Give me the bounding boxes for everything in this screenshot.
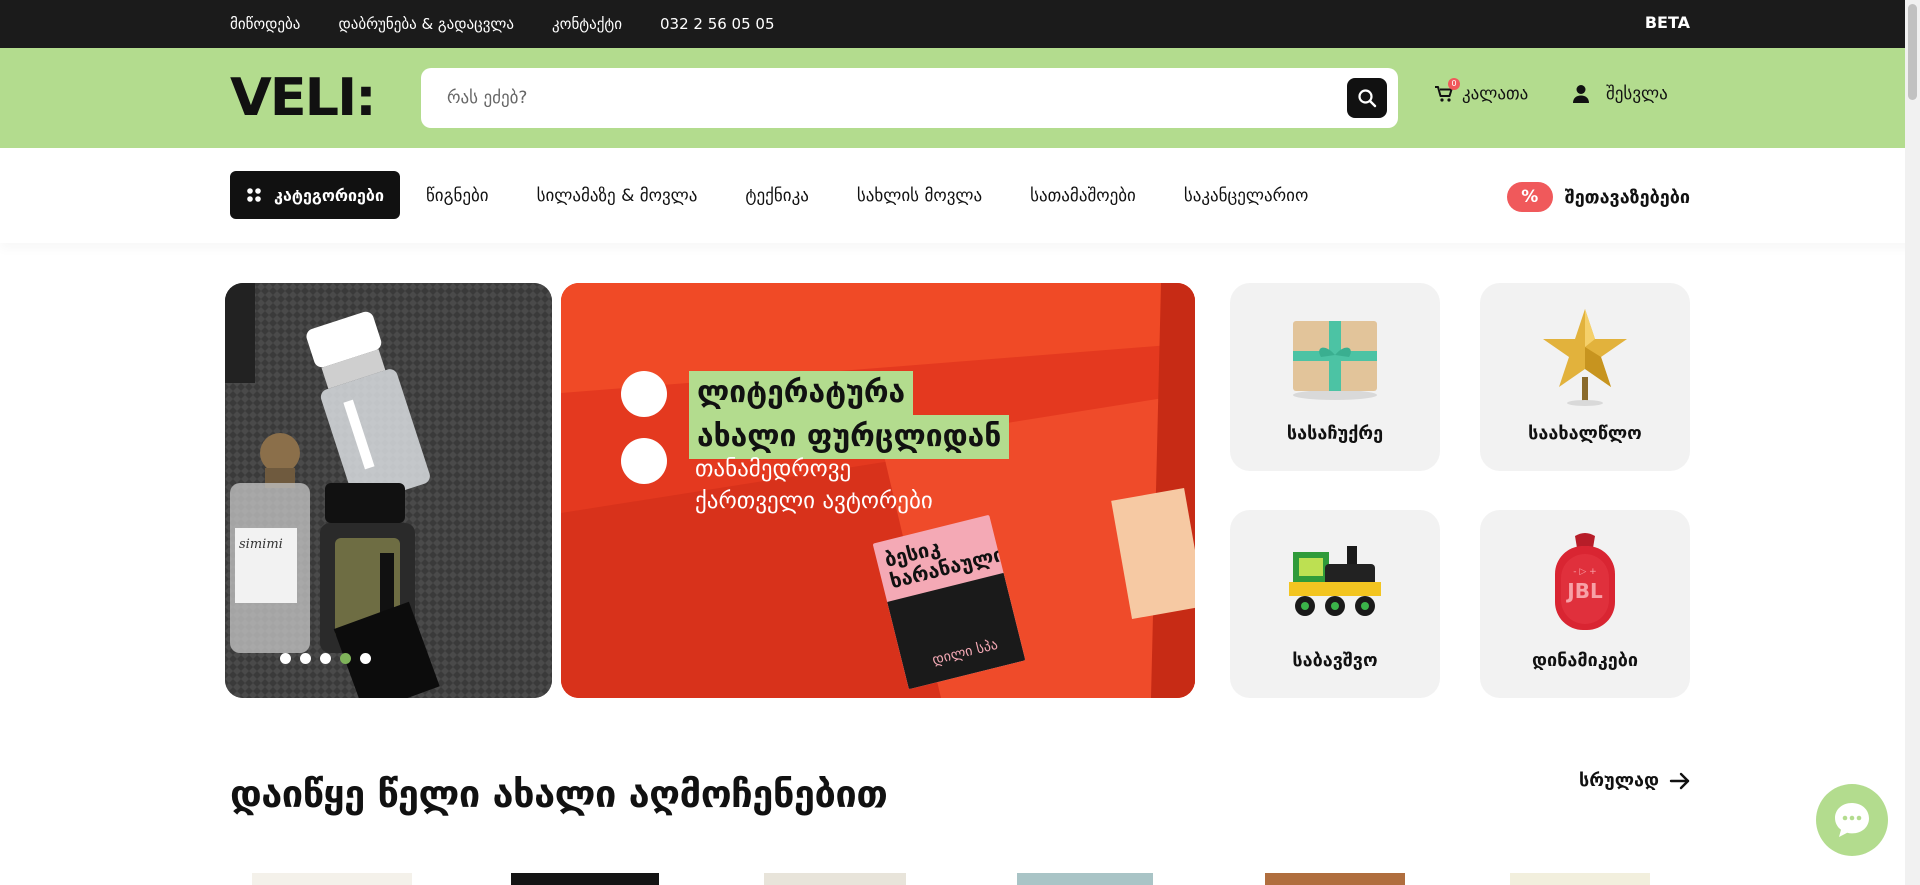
slider-dot[interactable]	[300, 653, 311, 664]
slider-dots	[280, 653, 371, 664]
hero-title: ლიტერატურა ახალი ფურცლიდან	[689, 371, 1010, 459]
search-button[interactable]	[1347, 78, 1387, 118]
tile-label: საბავშვო	[1292, 650, 1378, 671]
search-input[interactable]	[447, 68, 1247, 128]
product-card[interactable]	[511, 873, 659, 885]
product-card[interactable]	[1510, 873, 1650, 885]
star-icon	[1543, 309, 1627, 406]
nav-item-beauty[interactable]: სილამაზე & მოვლა	[537, 186, 698, 206]
product-card[interactable]	[1265, 873, 1405, 885]
slider-dot[interactable]	[320, 653, 331, 664]
categories-button[interactable]: კატეგორიები	[230, 171, 400, 219]
gift-icon	[1293, 321, 1377, 400]
returns-link[interactable]: დაბრუნება & გადაცვლა	[338, 15, 514, 33]
search-bar	[421, 68, 1398, 128]
login-button[interactable]: შესვლა	[1572, 84, 1668, 104]
beta-badge: BETA	[1644, 13, 1690, 32]
cart-button[interactable]: 0 კალათა	[1434, 78, 1529, 104]
hero-sub-line2: ქართველი ავტორები	[695, 488, 933, 514]
perfume-photo: simimi	[225, 283, 552, 698]
slider-dot[interactable]	[280, 653, 291, 664]
top-links: მიწოდება დაბრუნება & გადაცვლა კონტაქტი 0…	[230, 0, 775, 48]
slider-dot-active[interactable]	[340, 653, 351, 664]
chat-button[interactable]	[1816, 784, 1888, 856]
page-scrollbar[interactable]	[1905, 0, 1920, 885]
logo[interactable]: VELI:	[230, 71, 377, 124]
tile-speakers[interactable]: JBL - ▷ + დინამიკები	[1480, 510, 1690, 698]
deals-link[interactable]: % შეთავაზებები	[1506, 182, 1690, 212]
hero-banner[interactable]: ლიტერატურა ახალი ფურცლიდან თანამედროვე ქ…	[561, 283, 1195, 698]
tile-gifts[interactable]: სასაჩუქრე	[1230, 283, 1440, 471]
hero-sub-line1: თანამედროვე	[695, 456, 852, 482]
decor-circle	[621, 438, 667, 484]
nav-item-stationery[interactable]: საკანცელარიო	[1184, 186, 1308, 206]
tile-kids[interactable]: საბავშვო	[1230, 510, 1440, 698]
header: VELI: 0 კალათა შესვლა	[0, 48, 1920, 148]
nav-item-home-care[interactable]: სახლის მოვლა	[857, 186, 982, 206]
user-icon	[1573, 85, 1589, 103]
svg-text:simimi: simimi	[239, 537, 283, 552]
slider-dot[interactable]	[360, 653, 371, 664]
tile-label: დინამიკები	[1531, 650, 1638, 671]
category-nav: კატეგორიები წიგნები სილამაზე & მოვლა ტექ…	[0, 148, 1920, 243]
see-all-link[interactable]: სრულად	[1579, 770, 1691, 791]
hero-side-slide[interactable]: simimi	[225, 283, 552, 698]
phone-link[interactable]: 032 2 56 05 05	[660, 15, 775, 33]
decor-circle	[621, 371, 667, 417]
tile-new-year[interactable]: საახალწლო	[1480, 283, 1690, 471]
cart-count-badge: 0	[1448, 78, 1460, 90]
delivery-link[interactable]: მიწოდება	[230, 15, 300, 33]
hero-subtitle: თანამედროვე ქართველი ავტორები	[695, 453, 933, 517]
chat-icon	[1835, 803, 1869, 837]
svg-text:- ▷ +: - ▷ +	[1573, 567, 1596, 577]
cart-label: კალათა	[1462, 84, 1529, 104]
nav-items: წიგნები სილამაზე & მოვლა ტექნიკა სახლის …	[426, 148, 1308, 243]
hero-title-line1: ლიტერატურა	[689, 371, 914, 415]
grid-icon	[247, 188, 261, 202]
login-label: შესვლა	[1606, 84, 1668, 104]
cart-icon: 0	[1434, 78, 1460, 104]
nav-item-toys[interactable]: სათამაშოები	[1030, 186, 1136, 206]
product-card[interactable]	[764, 873, 906, 885]
arrow-right-icon	[1669, 772, 1690, 789]
top-bar: მიწოდება დაბრუნება & გადაცვლა კონტაქტი 0…	[0, 0, 1920, 48]
scrollbar-thumb[interactable]	[1908, 4, 1917, 100]
deals-label: შეთავაზებები	[1564, 186, 1690, 208]
svg-text:JBL: JBL	[1565, 579, 1603, 603]
tile-label: სასაჩუქრე	[1286, 423, 1384, 444]
categories-label: კატეგორიები	[274, 185, 384, 205]
speaker-icon: JBL - ▷ +	[1555, 533, 1615, 630]
nav-item-books[interactable]: წიგნები	[426, 186, 489, 206]
see-all-label: სრულად	[1579, 770, 1660, 791]
product-card[interactable]	[252, 873, 412, 885]
toy-train-icon	[1289, 546, 1381, 616]
section-title: დაიწყე წელი ახალი აღმოჩენებით	[230, 772, 888, 816]
contact-link[interactable]: კონტაქტი	[552, 15, 622, 33]
percent-icon: %	[1506, 182, 1553, 212]
search-icon	[1358, 89, 1377, 108]
product-card[interactable]	[1017, 873, 1153, 885]
nav-item-tech[interactable]: ტექნიკა	[745, 186, 808, 206]
tile-label: საახალწლო	[1528, 423, 1642, 444]
